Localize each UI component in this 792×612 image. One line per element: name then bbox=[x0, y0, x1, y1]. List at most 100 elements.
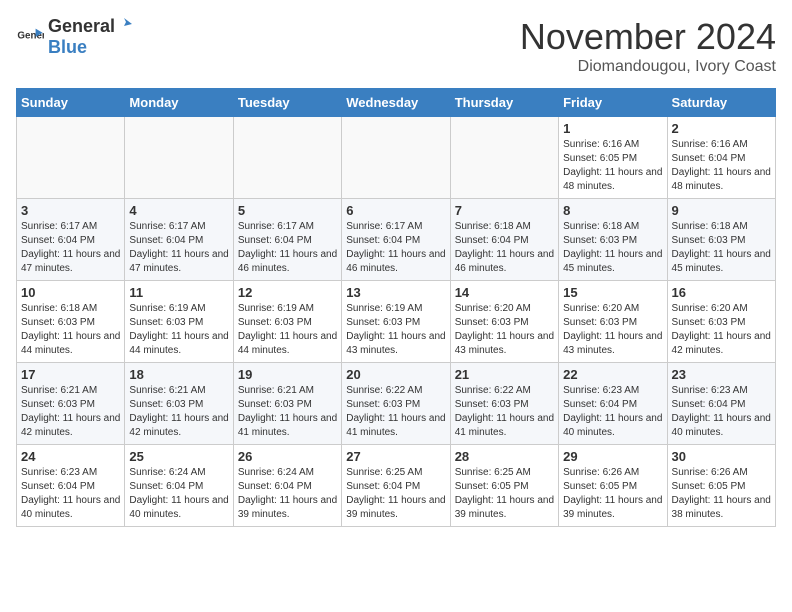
day-info: Sunrise: 6:17 AM Sunset: 6:04 PM Dayligh… bbox=[129, 220, 228, 276]
day-number: 16 bbox=[672, 285, 771, 300]
day-number: 28 bbox=[455, 449, 554, 464]
calendar-body: 1 Sunrise: 6:16 AM Sunset: 6:05 PM Daylig… bbox=[17, 117, 776, 527]
day-info: Sunrise: 6:16 AM Sunset: 6:05 PM Dayligh… bbox=[563, 138, 662, 194]
day-number: 5 bbox=[238, 203, 337, 218]
weekday-header-monday: Monday bbox=[125, 89, 233, 117]
calendar-cell: 16 Sunrise: 6:20 AM Sunset: 6:03 PM Dayli… bbox=[667, 281, 775, 363]
logo-bird-icon bbox=[116, 16, 132, 32]
day-info: Sunrise: 6:17 AM Sunset: 6:04 PM Dayligh… bbox=[346, 220, 445, 276]
week-row-4: 24 Sunrise: 6:23 AM Sunset: 6:04 PM Dayli… bbox=[17, 445, 776, 527]
day-info: Sunrise: 6:18 AM Sunset: 6:03 PM Dayligh… bbox=[672, 220, 771, 276]
calendar-cell bbox=[450, 117, 558, 199]
weekday-header-friday: Friday bbox=[559, 89, 667, 117]
calendar-cell: 22 Sunrise: 6:23 AM Sunset: 6:04 PM Dayli… bbox=[559, 363, 667, 445]
day-info: Sunrise: 6:26 AM Sunset: 6:05 PM Dayligh… bbox=[563, 466, 662, 522]
calendar-cell: 15Sunrise: 6:20 AM Sunset: 6:03 PM Dayli… bbox=[559, 281, 667, 363]
calendar-cell: 3 Sunrise: 6:17 AM Sunset: 6:04 PM Daylig… bbox=[17, 199, 125, 281]
day-info: Sunrise: 6:19 AM Sunset: 6:03 PM Dayligh… bbox=[129, 302, 228, 358]
day-number: 30 bbox=[672, 449, 771, 464]
weekday-header-wednesday: Wednesday bbox=[342, 89, 450, 117]
day-number: 1 bbox=[563, 121, 662, 136]
day-info: Sunrise: 6:19 AM Sunset: 6:03 PM Dayligh… bbox=[346, 302, 445, 358]
calendar-cell: 7 Sunrise: 6:18 AM Sunset: 6:04 PM Daylig… bbox=[450, 199, 558, 281]
day-info: Sunrise: 6:24 AM Sunset: 6:04 PM Dayligh… bbox=[238, 466, 337, 522]
day-info: Sunrise: 6:18 AM Sunset: 6:03 PM Dayligh… bbox=[563, 220, 662, 276]
day-info: Sunrise: 6:20 AM Sunset: 6:03 PM Dayligh… bbox=[563, 302, 662, 358]
calendar-cell: 28 Sunrise: 6:25 AM Sunset: 6:05 PM Dayli… bbox=[450, 445, 558, 527]
day-number: 23 bbox=[672, 367, 771, 382]
day-number: 13 bbox=[346, 285, 445, 300]
logo: General General Blue bbox=[16, 16, 133, 58]
day-info: Sunrise: 6:17 AM Sunset: 6:04 PM Dayligh… bbox=[21, 220, 120, 276]
calendar-cell: 21 Sunrise: 6:22 AM Sunset: 6:03 PM Dayli… bbox=[450, 363, 558, 445]
calendar-cell: 2 Sunrise: 6:16 AM Sunset: 6:04 PM Daylig… bbox=[667, 117, 775, 199]
calendar-cell: 1 Sunrise: 6:16 AM Sunset: 6:05 PM Daylig… bbox=[559, 117, 667, 199]
calendar-cell: 5 Sunrise: 6:17 AM Sunset: 6:04 PM Daylig… bbox=[233, 199, 341, 281]
calendar-cell: 9 Sunrise: 6:18 AM Sunset: 6:03 PM Daylig… bbox=[667, 199, 775, 281]
day-number: 14 bbox=[455, 285, 554, 300]
calendar-cell: 11 Sunrise: 6:19 AM Sunset: 6:03 PM Dayli… bbox=[125, 281, 233, 363]
calendar-cell: 4 Sunrise: 6:17 AM Sunset: 6:04 PM Daylig… bbox=[125, 199, 233, 281]
calendar-cell bbox=[233, 117, 341, 199]
day-number: 29 bbox=[563, 449, 662, 464]
day-number: 11 bbox=[129, 285, 228, 300]
day-number: 6 bbox=[346, 203, 445, 218]
calendar-cell: 20 Sunrise: 6:22 AM Sunset: 6:03 PM Dayli… bbox=[342, 363, 450, 445]
day-number: 10 bbox=[21, 285, 120, 300]
day-number: 19 bbox=[238, 367, 337, 382]
calendar-cell: 10Sunrise: 6:18 AM Sunset: 6:03 PM Dayli… bbox=[17, 281, 125, 363]
calendar-cell: 13 Sunrise: 6:19 AM Sunset: 6:03 PM Dayli… bbox=[342, 281, 450, 363]
day-info: Sunrise: 6:16 AM Sunset: 6:04 PM Dayligh… bbox=[672, 138, 771, 194]
day-number: 9 bbox=[672, 203, 771, 218]
calendar-cell: 29 Sunrise: 6:26 AM Sunset: 6:05 PM Dayli… bbox=[559, 445, 667, 527]
day-number: 20 bbox=[346, 367, 445, 382]
day-number: 2 bbox=[672, 121, 771, 136]
calendar-cell: 12Sunrise: 6:19 AM Sunset: 6:03 PM Dayli… bbox=[233, 281, 341, 363]
day-info: Sunrise: 6:21 AM Sunset: 6:03 PM Dayligh… bbox=[238, 384, 337, 440]
day-number: 18 bbox=[129, 367, 228, 382]
day-info: Sunrise: 6:23 AM Sunset: 6:04 PM Dayligh… bbox=[21, 466, 120, 522]
day-number: 21 bbox=[455, 367, 554, 382]
day-number: 24 bbox=[21, 449, 120, 464]
day-info: Sunrise: 6:21 AM Sunset: 6:03 PM Dayligh… bbox=[129, 384, 228, 440]
calendar-cell: 24 Sunrise: 6:23 AM Sunset: 6:04 PM Dayli… bbox=[17, 445, 125, 527]
day-number: 25 bbox=[129, 449, 228, 464]
day-number: 4 bbox=[129, 203, 228, 218]
day-number: 22 bbox=[563, 367, 662, 382]
day-info: Sunrise: 6:24 AM Sunset: 6:04 PM Dayligh… bbox=[129, 466, 228, 522]
title-area: November 2024 Diomandougou, Ivory Coast bbox=[520, 16, 776, 76]
day-info: Sunrise: 6:17 AM Sunset: 6:04 PM Dayligh… bbox=[238, 220, 337, 276]
header: General General Blue November 2024 Dioma… bbox=[16, 16, 776, 76]
weekday-header-tuesday: Tuesday bbox=[233, 89, 341, 117]
logo-general: General bbox=[48, 16, 115, 37]
calendar-cell: 27 Sunrise: 6:25 AM Sunset: 6:04 PM Dayli… bbox=[342, 445, 450, 527]
calendar-cell: 8 Sunrise: 6:18 AM Sunset: 6:03 PM Daylig… bbox=[559, 199, 667, 281]
calendar-cell: 26Sunrise: 6:24 AM Sunset: 6:04 PM Dayli… bbox=[233, 445, 341, 527]
day-info: Sunrise: 6:25 AM Sunset: 6:05 PM Dayligh… bbox=[455, 466, 554, 522]
calendar-cell: 30 Sunrise: 6:26 AM Sunset: 6:05 PM Dayli… bbox=[667, 445, 775, 527]
day-info: Sunrise: 6:22 AM Sunset: 6:03 PM Dayligh… bbox=[455, 384, 554, 440]
calendar-cell: 25 Sunrise: 6:24 AM Sunset: 6:04 PM Dayli… bbox=[125, 445, 233, 527]
day-number: 27 bbox=[346, 449, 445, 464]
day-number: 8 bbox=[563, 203, 662, 218]
day-info: Sunrise: 6:20 AM Sunset: 6:03 PM Dayligh… bbox=[672, 302, 771, 358]
calendar-cell: 23 Sunrise: 6:23 AM Sunset: 6:04 PM Dayli… bbox=[667, 363, 775, 445]
location-title: Diomandougou, Ivory Coast bbox=[520, 58, 776, 76]
logo-blue: Blue bbox=[48, 37, 87, 57]
calendar-cell: 17Sunrise: 6:21 AM Sunset: 6:03 PM Dayli… bbox=[17, 363, 125, 445]
day-info: Sunrise: 6:18 AM Sunset: 6:04 PM Dayligh… bbox=[455, 220, 554, 276]
day-info: Sunrise: 6:26 AM Sunset: 6:05 PM Dayligh… bbox=[672, 466, 771, 522]
weekday-header-row: SundayMondayTuesdayWednesdayThursdayFrid… bbox=[17, 89, 776, 117]
calendar-cell bbox=[125, 117, 233, 199]
month-title: November 2024 bbox=[520, 16, 776, 58]
day-info: Sunrise: 6:21 AM Sunset: 6:03 PM Dayligh… bbox=[21, 384, 120, 440]
calendar-cell bbox=[342, 117, 450, 199]
day-info: Sunrise: 6:22 AM Sunset: 6:03 PM Dayligh… bbox=[346, 384, 445, 440]
day-number: 7 bbox=[455, 203, 554, 218]
day-info: Sunrise: 6:23 AM Sunset: 6:04 PM Dayligh… bbox=[563, 384, 662, 440]
week-row-3: 17Sunrise: 6:21 AM Sunset: 6:03 PM Dayli… bbox=[17, 363, 776, 445]
weekday-header-thursday: Thursday bbox=[450, 89, 558, 117]
day-info: Sunrise: 6:25 AM Sunset: 6:04 PM Dayligh… bbox=[346, 466, 445, 522]
day-info: Sunrise: 6:23 AM Sunset: 6:04 PM Dayligh… bbox=[672, 384, 771, 440]
day-number: 3 bbox=[21, 203, 120, 218]
